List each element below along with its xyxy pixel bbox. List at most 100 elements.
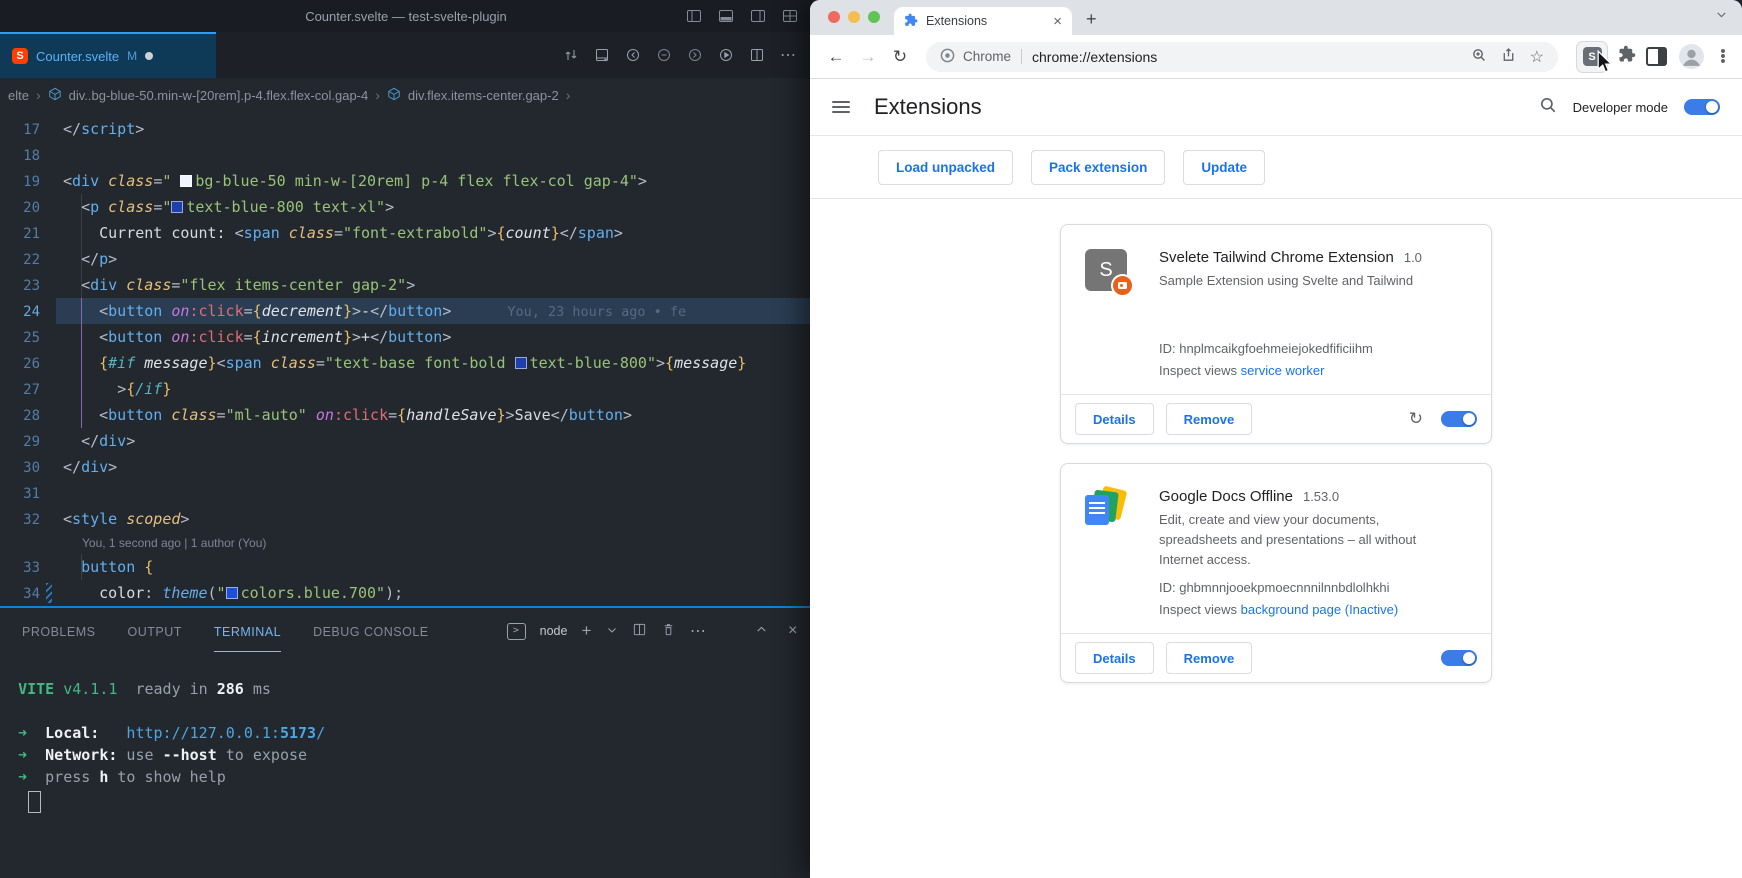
forward-icon[interactable]: → <box>854 47 882 67</box>
background-page-link[interactable]: background page (Inactive) <box>1241 602 1399 617</box>
profile-avatar[interactable] <box>1679 44 1704 69</box>
extensions-puzzle-icon[interactable] <box>1618 45 1636 68</box>
pack-extension-button[interactable]: Pack extension <box>1031 150 1165 185</box>
code-line[interactable]: 33 button { <box>0 554 812 580</box>
code-token: class <box>171 406 216 424</box>
nav-circle-left-icon[interactable] <box>625 47 641 63</box>
new-terminal-icon[interactable]: + <box>581 621 591 641</box>
code-line[interactable]: 31 <box>0 480 812 506</box>
color-swatch-icon[interactable] <box>180 175 192 187</box>
editor-more-actions-icon[interactable]: ⋯ <box>780 45 796 65</box>
code-line[interactable]: 28 <button class="ml-auto" on:click={han… <box>0 402 812 428</box>
color-swatch-icon[interactable] <box>226 587 238 599</box>
details-button[interactable]: Details <box>1075 642 1154 674</box>
code-line[interactable]: 22 </p> <box>0 246 812 272</box>
code-token: text-blue-800 text-xl" <box>186 198 385 216</box>
code-token: > <box>506 406 515 424</box>
code-editor[interactable]: 17</script>1819<div class=" bg-blue-50 m… <box>0 112 812 606</box>
bookmark-star-icon[interactable]: ☆ <box>1530 47 1544 67</box>
kill-terminal-icon[interactable] <box>661 622 676 640</box>
share-icon[interactable] <box>1501 47 1516 66</box>
open-changes-icon[interactable] <box>563 47 579 63</box>
code-line[interactable]: 24 <button on:click={decrement}>-</butto… <box>0 298 812 324</box>
split-editor-icon[interactable] <box>749 47 765 63</box>
code-line[interactable]: 27 >{/if} <box>0 376 812 402</box>
customize-layout-icon[interactable] <box>782 8 798 24</box>
load-unpacked-button[interactable]: Load unpacked <box>878 150 1013 185</box>
breadcrumb-file[interactable]: elte <box>8 88 29 103</box>
maximize-panel-icon[interactable] <box>755 623 768 639</box>
code-line[interactable]: 18 <box>0 142 812 168</box>
color-swatch-icon[interactable] <box>515 357 527 369</box>
mac-minimize-button[interactable] <box>848 11 860 23</box>
terminal-output[interactable]: VITE v4.1.1 ready in 286 ms ➜ Local: htt… <box>0 654 812 813</box>
developer-mode-toggle[interactable] <box>1684 99 1720 115</box>
breadcrumb-symbol-2[interactable]: div.flex.items-center.gap-2 <box>408 88 559 103</box>
extension-enabled-toggle[interactable] <box>1441 650 1477 666</box>
details-button[interactable]: Details <box>1075 403 1154 435</box>
nav-circle-icon[interactable] <box>656 47 672 63</box>
service-worker-link[interactable]: service worker <box>1241 363 1325 378</box>
tab-close-icon[interactable]: × <box>1053 14 1062 29</box>
toggle-sidebar-icon[interactable] <box>686 8 702 24</box>
address-url[interactable]: chrome://extensions <box>1032 49 1157 65</box>
close-panel-icon[interactable]: × <box>788 622 798 640</box>
remove-button[interactable]: Remove <box>1166 642 1253 674</box>
tab-debug-console[interactable]: DEBUG CONSOLE <box>313 611 429 652</box>
mac-zoom-button[interactable] <box>868 11 880 23</box>
toggle-panel-icon[interactable] <box>718 8 734 24</box>
reload-icon[interactable]: ↻ <box>886 47 914 67</box>
line-number: 22 <box>0 247 63 273</box>
code-text: </div> <box>63 432 135 450</box>
run-icon[interactable] <box>718 47 734 63</box>
code-line[interactable]: 29 </div> <box>0 428 812 454</box>
chrome-menu-kebab-icon[interactable]: ••• <box>1716 49 1730 64</box>
unsaved-dot-icon[interactable] <box>145 52 153 60</box>
hamburger-menu-icon[interactable] <box>832 98 850 116</box>
tab-output[interactable]: OUTPUT <box>127 611 181 652</box>
code-line[interactable]: 19<div class=" bg-blue-50 min-w-[20rem] … <box>0 168 812 194</box>
code-line[interactable]: 26 {#if message}<span class="text-base f… <box>0 350 812 376</box>
update-button[interactable]: Update <box>1183 150 1265 185</box>
code-line[interactable]: 30</div> <box>0 454 812 480</box>
remove-button[interactable]: Remove <box>1166 403 1253 435</box>
code-line[interactable]: 34 color: theme("colors.blue.700"); <box>0 580 812 606</box>
breadcrumb-symbol-1[interactable]: div..bg-blue-50.min-w-[20rem].p-4.flex.f… <box>69 88 369 103</box>
code-token: :click <box>189 328 243 346</box>
code-token <box>135 354 144 372</box>
search-icon[interactable] <box>1539 96 1557 119</box>
symbol-cube-icon <box>387 87 401 104</box>
tab-counter-svelte[interactable]: S Counter.svelte M <box>0 32 216 78</box>
codelens-annotation[interactable]: You, 1 second ago | 1 author (You) <box>0 532 812 554</box>
tab-search-chevron-icon[interactable] <box>1715 8 1728 26</box>
side-panel-icon[interactable] <box>1646 47 1667 66</box>
back-icon[interactable]: ← <box>822 47 850 67</box>
split-terminal-icon[interactable] <box>632 622 647 640</box>
terminal-dropdown-icon[interactable] <box>606 624 618 639</box>
tab-terminal[interactable]: TERMINAL <box>214 611 281 652</box>
color-swatch-icon[interactable] <box>171 201 183 213</box>
tab-problems[interactable]: PROBLEMS <box>22 611 95 652</box>
terminal-token: use <box>117 746 162 764</box>
toggle-secondary-sidebar-icon[interactable] <box>750 8 766 24</box>
extension-enabled-toggle[interactable] <box>1441 411 1477 427</box>
reload-extension-icon[interactable]: ↻ <box>1409 409 1423 429</box>
code-line[interactable]: 25 <button on:click={increment}>+</butto… <box>0 324 812 350</box>
new-tab-button[interactable]: + <box>1086 9 1097 30</box>
code-token: scoped <box>126 510 180 528</box>
terminal-process-label[interactable]: node <box>540 624 568 638</box>
zoom-icon[interactable] <box>1471 47 1487 66</box>
code-line[interactable]: 21 Current count: <span class="font-extr… <box>0 220 812 246</box>
open-preview-icon[interactable] <box>594 47 610 63</box>
address-bar[interactable]: Chrome chrome://extensions ☆ <box>926 42 1558 72</box>
panel-more-actions-icon[interactable]: ⋯ <box>690 621 707 641</box>
code-line[interactable]: 17</script> <box>0 116 812 142</box>
mac-close-button[interactable] <box>828 11 840 23</box>
chrome-tab-extensions[interactable]: Extensions × <box>894 7 1072 35</box>
terminal-token: ➜ <box>0 768 27 786</box>
code-line[interactable]: 32<style scoped> <box>0 506 812 532</box>
code-line[interactable]: 23 <div class="flex items-center gap-2"> <box>0 272 812 298</box>
code-line[interactable]: 20 <p class="text-blue-800 text-xl"> <box>0 194 812 220</box>
code-token: Current count: <box>63 224 235 242</box>
nav-circle-right-icon[interactable] <box>687 47 703 63</box>
